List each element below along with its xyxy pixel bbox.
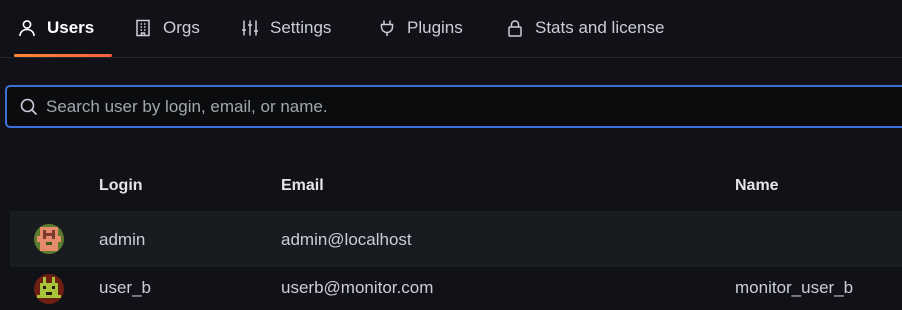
tab-users-label: Users	[47, 18, 95, 37]
table-row[interactable]: admin admin@localhost	[10, 211, 902, 267]
tab-plugins-label: Plugins	[407, 18, 463, 37]
column-login[interactable]: Login	[99, 177, 143, 195]
search-box	[5, 85, 902, 128]
user-icon	[18, 19, 36, 37]
table-header: Login Email Name	[0, 165, 902, 209]
row-name: monitor_user_b	[735, 278, 854, 297]
tab-stats-and-license[interactable]: Stats and license	[506, 0, 664, 56]
column-name[interactable]: Name	[735, 177, 779, 195]
tab-bar: Users Orgs Settings Plugins Stats and li…	[0, 0, 902, 58]
building-icon	[134, 19, 152, 37]
table-row[interactable]: user_b userb@monitor.com monitor_user_b	[10, 267, 902, 310]
sliders-icon	[241, 19, 259, 37]
search-icon	[20, 98, 38, 116]
tab-plugins[interactable]: Plugins	[378, 0, 463, 56]
admin-users-page: Users Orgs Settings Plugins Stats and li…	[0, 0, 902, 310]
row-email: admin@localhost	[281, 230, 412, 249]
avatar	[34, 274, 64, 304]
row-login: user_b	[99, 278, 151, 297]
row-email: userb@monitor.com	[281, 278, 434, 297]
tab-settings[interactable]: Settings	[241, 0, 331, 56]
plug-icon	[378, 19, 396, 37]
tab-orgs-label: Orgs	[163, 18, 200, 37]
tab-orgs[interactable]: Orgs	[134, 0, 200, 56]
search-input[interactable]	[46, 91, 902, 122]
avatar	[34, 224, 64, 254]
tab-stats-label: Stats and license	[535, 18, 665, 37]
row-login: admin	[99, 230, 146, 249]
lock-icon	[506, 19, 524, 37]
tab-settings-label: Settings	[270, 18, 332, 37]
column-email[interactable]: Email	[281, 177, 324, 195]
tab-users[interactable]: Users	[13, 0, 113, 57]
